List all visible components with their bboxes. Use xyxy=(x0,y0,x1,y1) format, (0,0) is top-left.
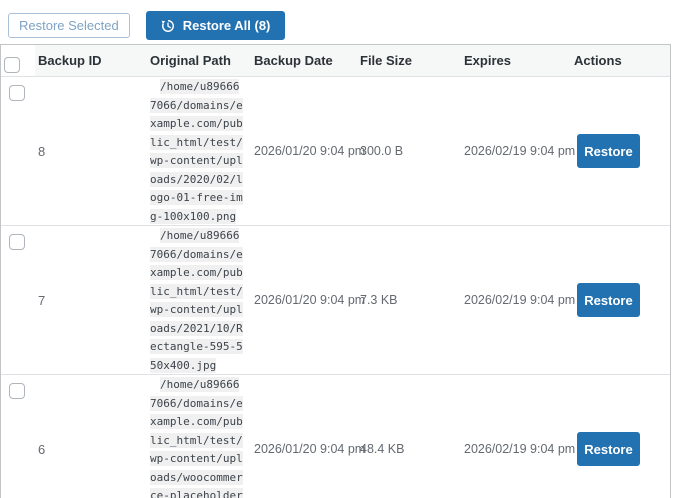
restore-button[interactable]: Restore xyxy=(577,432,640,466)
expires-value: 2026/02/19 9:04 pm xyxy=(461,144,571,158)
file-size-value: 7.3 KB xyxy=(357,293,461,307)
row-checkbox[interactable] xyxy=(9,234,25,250)
original-path-value: /home/u896667066/domains/example.com/pub… xyxy=(150,79,243,224)
backups-table: Backup ID Original Path Backup Date File… xyxy=(0,44,671,498)
header-backup-date: Backup Date xyxy=(251,53,357,68)
toolbar: Restore Selected Restore All (8) xyxy=(0,0,680,44)
header-backup-id: Backup ID xyxy=(35,53,147,68)
backup-date-value: 2026/01/20 9:04 pm xyxy=(251,293,357,307)
restore-button[interactable]: Restore xyxy=(577,283,640,317)
restore-button[interactable]: Restore xyxy=(577,134,640,168)
backup-id-value: 8 xyxy=(35,144,147,159)
row-check-cell xyxy=(1,375,35,498)
row-checkbox[interactable] xyxy=(9,85,25,101)
original-path-cell: /home/u896667066/domains/example.com/pub… xyxy=(147,77,251,225)
row-checkbox[interactable] xyxy=(9,383,25,399)
expires-value: 2026/02/19 9:04 pm xyxy=(461,293,571,307)
restore-history-icon xyxy=(161,19,175,33)
table-header-row: Backup ID Original Path Backup Date File… xyxy=(1,45,670,76)
header-expires: Expires xyxy=(461,53,571,68)
original-path-value: /home/u896667066/domains/example.com/pub… xyxy=(150,377,243,498)
file-size-value: 48.4 KB xyxy=(357,442,461,456)
original-path-cell: /home/u896667066/domains/example.com/pub… xyxy=(147,375,251,498)
table-row: 6 /home/u896667066/domains/example.com/p… xyxy=(1,374,670,498)
file-size-value: 300.0 B xyxy=(357,144,461,158)
restore-all-button[interactable]: Restore All (8) xyxy=(146,11,286,40)
select-all-checkbox[interactable] xyxy=(4,57,20,73)
original-path-cell: /home/u896667066/domains/example.com/pub… xyxy=(147,226,251,374)
header-check-cell xyxy=(1,45,35,76)
table-row: 7 /home/u896667066/domains/example.com/p… xyxy=(1,225,670,374)
row-check-cell xyxy=(1,226,35,374)
row-check-cell xyxy=(1,77,35,225)
backup-id-value: 7 xyxy=(35,293,147,308)
expires-value: 2026/02/19 9:04 pm xyxy=(461,442,571,456)
actions-cell: Restore xyxy=(571,134,670,168)
header-original-path: Original Path xyxy=(147,53,251,68)
table-row: 8 /home/u896667066/domains/example.com/p… xyxy=(1,76,670,225)
backup-date-value: 2026/01/20 9:04 pm xyxy=(251,442,357,456)
backup-date-value: 2026/01/20 9:04 pm xyxy=(251,144,357,158)
actions-cell: Restore xyxy=(571,283,670,317)
original-path-value: /home/u896667066/domains/example.com/pub… xyxy=(150,228,243,373)
restore-selected-button[interactable]: Restore Selected xyxy=(8,13,130,38)
backup-id-value: 6 xyxy=(35,442,147,457)
actions-cell: Restore xyxy=(571,432,670,466)
header-actions: Actions xyxy=(571,53,670,68)
restore-all-label: Restore All (8) xyxy=(183,18,271,33)
header-file-size: File Size xyxy=(357,53,461,68)
